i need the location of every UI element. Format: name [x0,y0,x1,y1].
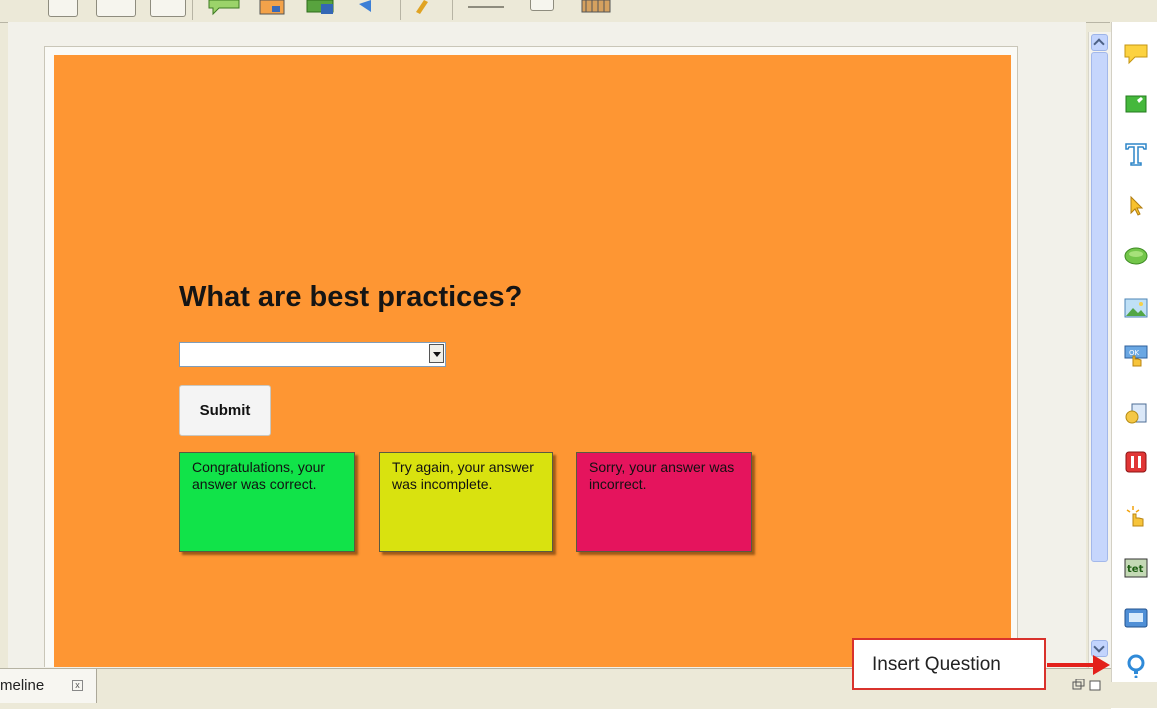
chevron-down-icon[interactable] [429,344,444,363]
timeline-tool-icon[interactable] [580,0,614,16]
toolbar-button-1[interactable] [48,0,78,17]
incorrect-caption[interactable]: Sorry, your answer was incorrect. [576,452,752,552]
text-entry-box-icon[interactable]: tet [1123,556,1149,580]
scroll-up-button[interactable] [1091,34,1108,51]
main-toolbar [0,0,1110,23]
rollover-caption-icon[interactable] [1123,244,1149,268]
toolbar-button-3[interactable] [150,0,186,17]
callout-label: Insert Question [872,654,1001,675]
question-title: What are best practices? [179,281,523,313]
callout-arrow-line [1047,663,1099,667]
toolbar-button-2[interactable] [96,0,136,17]
image-tool-icon[interactable] [258,0,288,18]
rectangle-tool-icon[interactable] [530,0,554,11]
image-icon[interactable] [1123,296,1149,320]
incomplete-caption[interactable]: Try again, your answer was incomplete. [379,452,553,552]
zoom-area-icon[interactable] [1123,606,1149,630]
line-tool-icon[interactable] [468,6,504,8]
vertical-scrollbar[interactable] [1088,32,1111,668]
answer-dropdown[interactable] [179,342,446,367]
button-icon[interactable]: OK [1123,344,1149,368]
maximize-icon[interactable] [1089,680,1101,691]
objects-toolbar: OK tet [1111,22,1157,682]
animation-tool-icon[interactable] [305,0,341,18]
rollover-image-icon[interactable] [1123,402,1149,426]
text-animation-icon[interactable] [1123,142,1149,166]
incorrect-caption-text: Sorry, your answer was incorrect. [589,459,735,492]
callout-arrow-head [1093,655,1110,675]
click-box-icon[interactable] [1123,504,1149,528]
insert-question-callout: Insert Question [852,638,1046,690]
svg-text:tet: tet [1127,564,1144,575]
highlight-box-icon[interactable] [1123,92,1149,116]
text-caption-icon[interactable] [1123,42,1149,66]
incomplete-caption-text: Try again, your answer was incomplete. [392,459,534,492]
tab-timeline[interactable]: meline x [0,669,97,703]
scroll-thumb[interactable] [1091,52,1108,562]
mouse-icon[interactable] [1123,194,1149,218]
tab-timeline-label: meline [0,677,45,694]
close-icon[interactable]: x [72,680,83,691]
audio-tool-icon[interactable] [355,0,377,18]
slide-canvas: What are best practices? Submit Congratu… [54,55,1011,667]
panel-view-buttons [1070,678,1108,693]
submit-button[interactable]: Submit [179,385,271,436]
restore-icon[interactable] [1072,678,1085,690]
correct-caption-text: Congratulations, your answer was correct… [192,459,326,492]
pencil-tool-icon[interactable] [410,0,434,18]
captivate-window: What are best practices? Submit Congratu… [0,0,1157,709]
question-icon[interactable] [1123,654,1149,678]
stop-icon[interactable] [1123,450,1149,474]
caption-tool-icon[interactable] [205,0,245,18]
correct-caption[interactable]: Congratulations, your answer was correct… [179,452,355,552]
